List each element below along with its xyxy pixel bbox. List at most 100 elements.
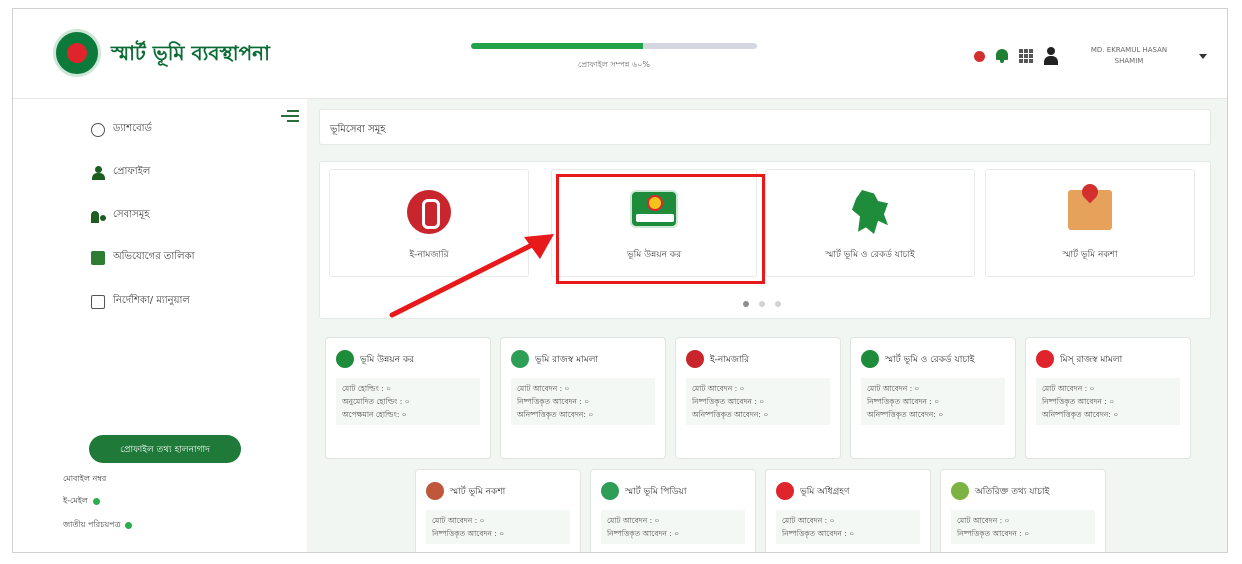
stat-card-body: মোট আবেদন : ০ নিষ্পত্তিকৃত আবেদন : ০ অনি… <box>861 378 1005 425</box>
stat-card-revenue-case[interactable]: ভূমি রাজস্ব মামলা মোট আবেদন : ০ নিষ্পত্ত… <box>500 337 666 459</box>
collapse-line <box>287 110 299 112</box>
stat-card-body: মোট আবেদন : ০ নিষ্পত্তিকৃত আবেদন : ০ <box>426 510 570 544</box>
sidebar-item-profile[interactable]: প্রোফাইল <box>91 164 150 181</box>
revenue-case-icon <box>511 350 529 368</box>
stat-card-header: মিস্ রাজস্ব মামলা <box>1036 350 1122 368</box>
sidebar-item-label: প্রোফাইল <box>113 166 151 177</box>
bangladesh-map-icon <box>861 350 879 368</box>
sidebar-item-guide[interactable]: নির্দেশিকা/ ম্যানুয়াল <box>91 293 190 310</box>
sidebar-item-services[interactable]: সেবাসমূহ <box>91 207 150 224</box>
profile-icon <box>91 165 105 180</box>
stat-line: মোট আবেদন : ০ <box>692 384 745 393</box>
status-dot-icon <box>974 50 985 62</box>
stat-line: মোট আবেদন : ০ <box>1042 384 1095 393</box>
land-tax-icon <box>336 350 354 368</box>
stat-card-body: মোট আবেদন : ০ নিষ্পত্তিকৃত আবেদন : ০ <box>776 510 920 544</box>
stat-line: নিষ্পত্তিকৃত আবেদন : ০ <box>867 397 940 406</box>
chevron-down-icon[interactable] <box>1199 53 1207 59</box>
misc-case-icon <box>1036 350 1054 368</box>
stat-card-land-map[interactable]: স্মার্ট ভূমি নকশা মোট আবেদন : ০ নিষ্পত্ত… <box>415 469 581 552</box>
bell-icon[interactable] <box>995 48 1009 64</box>
app-title[interactable]: স্মার্ট ভূমি ব্যবস্থাপনা <box>111 39 270 72</box>
acquisition-icon <box>776 482 794 500</box>
stat-card-title: অতিরিক্ত তথ্য যাচাই <box>975 486 1050 497</box>
stat-line: নিষ্পত্তিকৃত আবেদন : ০ <box>1042 397 1115 406</box>
stat-line: অনিষ্পত্তিকৃত আবেদন: ০ <box>1042 410 1119 419</box>
stat-card-body: মোট আবেদন : ০ নিষ্পত্তিকৃত আবেদন : ০ অনি… <box>686 378 830 425</box>
progress-fill <box>471 43 643 49</box>
stat-line: অনিষ্পত্তিকৃত আবেদন: ০ <box>517 410 594 419</box>
sidebar-item-label: সেবাসমূহ <box>113 209 150 220</box>
sidebar-item-label: অভিযোগের তালিকা <box>113 251 195 262</box>
user-name[interactable]: MD. EKRAMUL HASAN SHAMIM <box>1069 45 1189 67</box>
collapse-line <box>287 120 299 122</box>
stat-card-land-pedia[interactable]: স্মার্ট ভূমি পিডিয়া মোট আবেদন : ০ নিষ্প… <box>590 469 756 552</box>
logo-sun <box>67 43 87 63</box>
carousel-card-label: স্মার্ট ভূমি নকশা <box>1062 250 1118 260</box>
stat-card-land-acquisition[interactable]: ভূমি অধিগ্রহণ মোট আবেদন : ০ নিষ্পত্তিকৃত… <box>765 469 931 552</box>
carousel-dot[interactable] <box>775 301 781 307</box>
stat-line: মোট আবেদন : ০ <box>782 516 835 525</box>
user-name-line1: MD. EKRAMUL HASAN <box>1090 46 1168 54</box>
stat-card-title: স্মার্ট ভূমি ও রেকর্ড যাচাই <box>885 354 975 365</box>
stat-line: অনিষ্পত্তিকৃত আবেদন: ০ <box>867 410 944 419</box>
mobile-label: মোবাইল নম্বর <box>63 473 106 486</box>
stat-card-header: ভূমি উন্নয়ন কর <box>336 350 414 368</box>
carousel-card-land-map[interactable]: স্মার্ট ভূমি নকশা <box>985 169 1195 277</box>
dashboard-icon <box>91 122 105 137</box>
bd-govt-logo[interactable] <box>53 29 101 77</box>
collapse-sidebar-icon[interactable] <box>281 109 299 123</box>
stat-line: নিষ্পত্তিকৃত আবেদন : ০ <box>782 529 855 538</box>
section-title: ভূমিসেবা সমূহ <box>330 124 386 135</box>
highlight-box <box>556 174 765 284</box>
user-name-line2: SHAMIM <box>1114 57 1144 65</box>
stat-line: অনুমোদিত হোল্ডিং : ০ <box>342 397 410 406</box>
map-pin-icon <box>1068 190 1112 230</box>
carousel-pagination <box>743 301 781 307</box>
stat-card-record-check[interactable]: স্মার্ট ভূমি ও রেকর্ড যাচাই মোট আবেদন : … <box>850 337 1016 459</box>
stat-line: অপেক্ষমান হোল্ডিং: ০ <box>342 410 407 419</box>
carousel-dot[interactable] <box>759 301 765 307</box>
stat-card-header: ভূমি রাজস্ব মামলা <box>511 350 598 368</box>
header-actions: MD. EKRAMUL HASAN SHAMIM <box>974 39 1207 73</box>
sidebar-item-dashboard[interactable]: ড্যাশবোর্ড <box>91 121 152 138</box>
stat-card-header: স্মার্ট ভূমি পিডিয়া <box>601 482 686 500</box>
land-pedia-icon <box>601 482 619 500</box>
progress-label: প্রোফাইল সম্পন্ন ৬০% <box>577 60 651 69</box>
search-icon <box>951 482 969 500</box>
sidebar-item-label: ড্যাশবোর্ড <box>113 123 152 134</box>
stat-card-body: মোট আবেদন : ০ নিষ্পত্তিকৃত আবেদন : ০ অনি… <box>511 378 655 425</box>
stat-line: অনিষ্পত্তিকৃত আবেদন: ০ <box>692 410 769 419</box>
stat-card-land-tax[interactable]: ভূমি উন্নয়ন কর মোট হোল্ডিং : ০ অনুমোদিত… <box>325 337 491 459</box>
carousel-card-record-check[interactable]: স্মার্ট ভূমি ও রেকর্ড যাচাই <box>765 169 975 277</box>
stat-card-body: মোট আবেদন : ০ নিষ্পত্তিকৃত আবেদন : ০ অনি… <box>1036 378 1180 425</box>
user-icon[interactable] <box>1043 47 1059 65</box>
stat-card-title: ভূমি উন্নয়ন কর <box>360 354 415 365</box>
stat-card-title: ভূমি অধিগ্রহণ <box>800 486 850 497</box>
apps-grid-icon[interactable] <box>1019 49 1033 63</box>
profile-progress-bar <box>471 43 757 49</box>
stat-card-e-mutation[interactable]: ই-নামজারি মোট আবেদন : ০ নিষ্পত্তিকৃত আবে… <box>675 337 841 459</box>
stat-card-header: ই-নামজারি <box>686 350 749 368</box>
stat-line: মোট আবেদন : ০ <box>607 516 660 525</box>
sidebar-item-complaints[interactable]: অভিযোগের তালিকা <box>91 249 195 266</box>
stat-card-extra-info[interactable]: অতিরিক্ত তথ্য যাচাই মোট আবেদন : ০ নিষ্পত… <box>940 469 1106 552</box>
top-header: স্মার্ট ভূমি ব্যবস্থাপনা প্রোফাইল সম্পন্… <box>13 9 1227 99</box>
nid-status: জাতীয় পরিচয়পত্র <box>63 519 133 532</box>
stat-line: মোট আবেদন : ০ <box>432 516 485 525</box>
stat-line: নিষ্পত্তিকৃত আবেদন : ০ <box>517 397 590 406</box>
stat-card-misc-case[interactable]: মিস্ রাজস্ব মামলা মোট আবেদন : ০ নিষ্পত্ত… <box>1025 337 1191 459</box>
stat-line: নিষ্পত্তিকৃত আবেদন : ০ <box>607 529 680 538</box>
mobile-label-text: মোবাইল নম্বর <box>63 474 107 483</box>
complaint-icon <box>91 250 105 265</box>
guide-icon <box>91 294 105 309</box>
email-label-text: ই-মেইল <box>63 496 88 505</box>
verified-dot-icon <box>92 498 100 505</box>
carousel-dot[interactable] <box>743 301 749 307</box>
stat-card-title: স্মার্ট ভূমি নকশা <box>450 486 506 497</box>
stat-line: নিষ্পত্তিকৃত আবেদন : ০ <box>432 529 505 538</box>
stat-card-body: মোট আবেদন : ০ নিষ্পত্তিকৃত আবেদন : ০ <box>951 510 1095 544</box>
stat-card-header: ভূমি অধিগ্রহণ <box>776 482 849 500</box>
sidebar: ড্যাশবোর্ড প্রোফাইল সেবাসমূহ অভিযোগের তা… <box>53 99 273 552</box>
update-profile-button[interactable]: প্রোফাইল তথ্য হালনাগাদ <box>89 435 241 463</box>
